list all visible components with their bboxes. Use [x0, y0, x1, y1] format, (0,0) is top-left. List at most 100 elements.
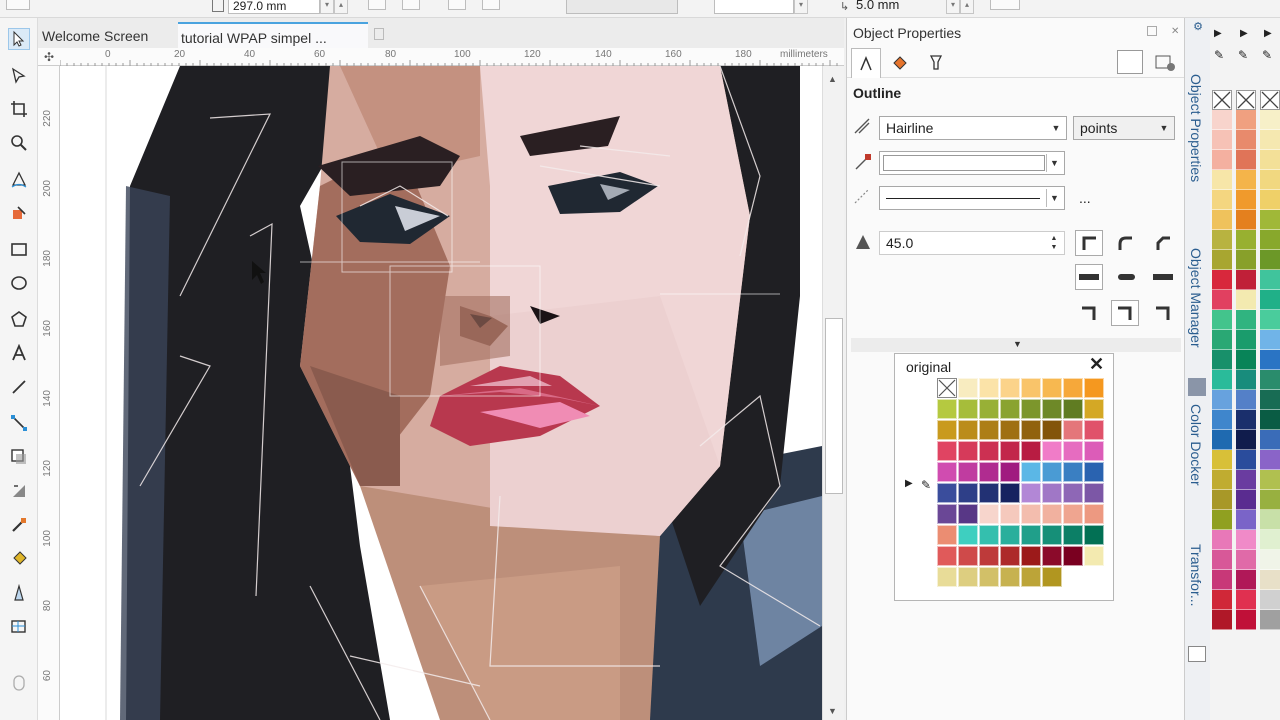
color-swatch[interactable]	[979, 378, 999, 398]
corner-miter-button[interactable]	[1075, 230, 1103, 256]
prop-dropdown[interactable]	[6, 0, 30, 10]
outline-style-dropdown[interactable]: ▼	[879, 186, 1065, 210]
eyedropper-tool-icon[interactable]	[8, 514, 30, 536]
color-swatch[interactable]	[1000, 525, 1020, 545]
color-swatch[interactable]	[1260, 490, 1280, 510]
tab-color-docker[interactable]: Color Docker	[1188, 404, 1204, 486]
color-swatch[interactable]	[958, 525, 978, 545]
color-swatch[interactable]	[1063, 483, 1083, 503]
color-swatch[interactable]	[1260, 130, 1280, 150]
color-swatch[interactable]	[1260, 110, 1280, 130]
wpap-portrait-artwork[interactable]	[60, 66, 822, 720]
color-swatch[interactable]	[1236, 550, 1256, 570]
color-swatch[interactable]	[1084, 525, 1104, 545]
color-swatch[interactable]	[1236, 150, 1256, 170]
landscape-button[interactable]	[402, 0, 420, 10]
color-swatch[interactable]	[1236, 410, 1256, 430]
tab-object-properties[interactable]: Object Properties	[1188, 74, 1204, 182]
no-color-swatch[interactable]	[937, 378, 957, 398]
all-pages-button[interactable]	[448, 0, 466, 10]
color-swatch[interactable]	[1260, 410, 1280, 430]
color-swatch[interactable]	[1212, 610, 1232, 630]
parallel-dimension-tool-icon[interactable]	[8, 376, 30, 398]
tab-welcome-screen[interactable]: Welcome Screen	[38, 22, 178, 48]
color-swatch[interactable]	[937, 420, 957, 440]
color-swatch[interactable]	[1212, 250, 1232, 270]
options-button[interactable]	[990, 0, 1020, 10]
color-swatch[interactable]	[1084, 420, 1104, 440]
color-swatch[interactable]	[1236, 230, 1256, 250]
palette-column[interactable]	[1260, 90, 1280, 630]
color-swatch[interactable]	[1212, 490, 1232, 510]
color-swatch[interactable]	[979, 483, 999, 503]
no-color-swatch[interactable]	[1260, 90, 1280, 110]
color-swatch[interactable]	[1260, 590, 1280, 610]
smart-fill-tool-icon[interactable]	[8, 202, 30, 224]
color-swatch[interactable]	[958, 378, 978, 398]
color-swatch[interactable]	[1042, 462, 1062, 482]
color-swatch[interactable]	[958, 441, 978, 461]
color-swatch[interactable]	[1212, 530, 1232, 550]
color-swatch[interactable]	[1236, 370, 1256, 390]
color-swatch[interactable]	[1212, 230, 1232, 250]
color-swatch[interactable]	[1260, 190, 1280, 210]
color-swatch[interactable]	[1260, 450, 1280, 470]
polygon-tool-icon[interactable]	[8, 308, 30, 330]
color-swatch[interactable]	[937, 567, 957, 587]
scrollbar-thumb[interactable]	[825, 318, 843, 494]
close-icon[interactable]: ✕	[1089, 354, 1104, 375]
color-swatch[interactable]	[937, 462, 957, 482]
color-swatch[interactable]	[1000, 420, 1020, 440]
position-center-button[interactable]	[1111, 300, 1139, 326]
color-swatch[interactable]	[1021, 483, 1041, 503]
spinner-icon[interactable]: ▲ ▼	[1046, 234, 1062, 252]
color-swatch[interactable]	[1260, 310, 1280, 330]
color-swatch[interactable]	[937, 441, 957, 461]
color-swatch[interactable]	[1084, 441, 1104, 461]
color-swatch[interactable]	[937, 525, 957, 545]
cap-extended-button[interactable]	[1149, 264, 1177, 290]
color-swatch[interactable]	[1000, 378, 1020, 398]
more-styles-button[interactable]: ...	[1079, 190, 1091, 206]
nudge-small-field[interactable]	[714, 0, 794, 14]
color-swatch[interactable]	[1236, 470, 1256, 490]
color-swatch[interactable]	[1042, 399, 1062, 419]
color-swatch[interactable]	[1084, 378, 1104, 398]
cap-round-button[interactable]	[1111, 264, 1139, 290]
color-swatch[interactable]	[1260, 530, 1280, 550]
color-swatch[interactable]	[1260, 390, 1280, 410]
color-swatch[interactable]	[1042, 546, 1062, 566]
color-swatch[interactable]	[1000, 441, 1020, 461]
color-swatch[interactable]	[958, 420, 978, 440]
section-expander[interactable]: ▼	[851, 338, 1181, 352]
color-swatch[interactable]	[1260, 550, 1280, 570]
color-swatch[interactable]	[958, 483, 978, 503]
color-swatch[interactable]	[1236, 430, 1256, 450]
color-swatch[interactable]	[1236, 570, 1256, 590]
color-swatch[interactable]	[1063, 462, 1083, 482]
color-swatch[interactable]	[1236, 130, 1256, 150]
color-swatch[interactable]	[1084, 483, 1104, 503]
color-swatch[interactable]	[1021, 420, 1041, 440]
color-swatch[interactable]	[1260, 250, 1280, 270]
color-swatch[interactable]	[1063, 441, 1083, 461]
color-swatch[interactable]	[1260, 470, 1280, 490]
position-inside-button[interactable]	[1149, 300, 1177, 326]
miter-limit-field[interactable]: 45.0 ▲ ▼	[879, 231, 1065, 255]
horizontal-ruler[interactable]: ✣ 0 20 40 60 80 100 120 140 160 180 mill…	[38, 48, 844, 66]
vertical-ruler[interactable]: 220 200 180 160 140 120 100 80 60	[38, 66, 60, 720]
color-swatch[interactable]	[1000, 462, 1020, 482]
color-swatch[interactable]	[1063, 420, 1083, 440]
color-swatch[interactable]	[979, 525, 999, 545]
settings-icon[interactable]	[1046, 0, 1064, 10]
color-swatch[interactable]	[1021, 525, 1041, 545]
color-swatch[interactable]	[1236, 350, 1256, 370]
outline-color-picker[interactable]: ▼	[879, 151, 1065, 175]
color-swatch[interactable]	[1000, 483, 1020, 503]
color-swatch[interactable]	[1042, 441, 1062, 461]
color-swatch[interactable]	[1063, 525, 1083, 545]
portrait-button[interactable]	[368, 0, 386, 10]
scroll-up-icon[interactable]: ▲	[828, 74, 837, 84]
ruler-origin-icon[interactable]: ✣	[44, 50, 54, 64]
nudge-small-spin[interactable]: ▾	[794, 0, 808, 14]
